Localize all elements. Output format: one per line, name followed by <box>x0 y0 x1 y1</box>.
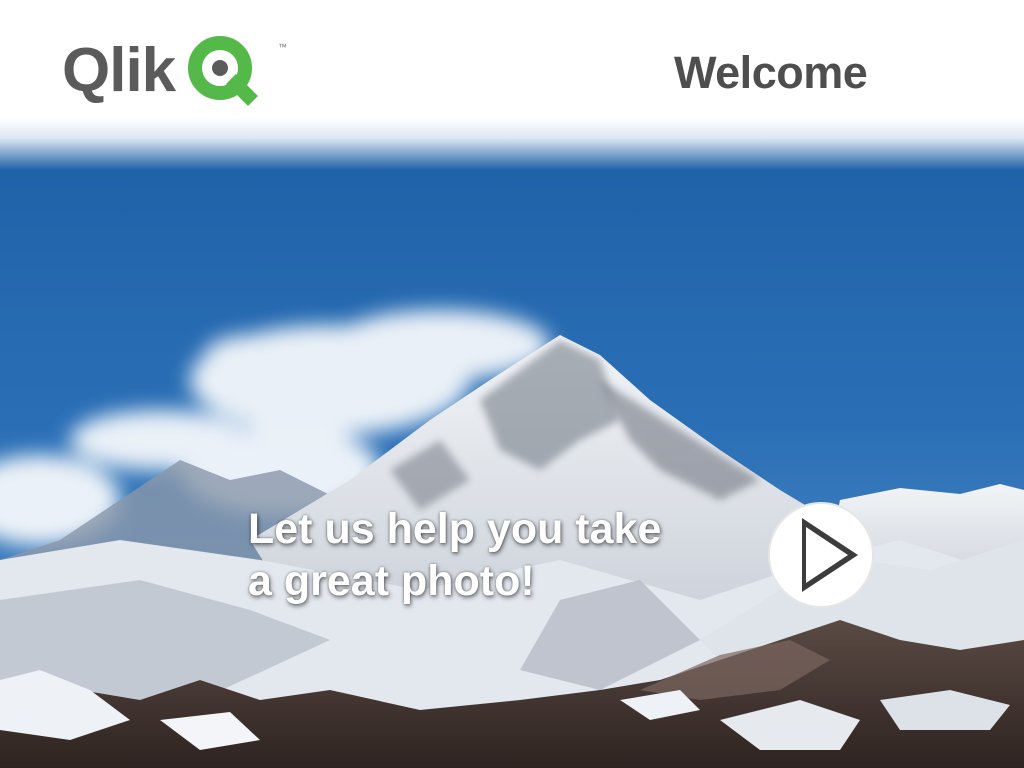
tagline-line-2: a great photo! <box>248 557 535 605</box>
logo-wordmark: Qlik <box>62 36 176 105</box>
tagline: Let us help you take a great photo! <box>248 503 768 607</box>
trademark-symbol: ™ <box>278 42 287 52</box>
play-icon <box>768 502 874 608</box>
qlik-q-icon <box>187 35 259 107</box>
page-title: Welcome <box>674 47 868 98</box>
tagline-line-1: Let us help you take <box>248 505 662 553</box>
play-button[interactable] <box>766 500 876 610</box>
qlik-logo: Qlik <box>62 36 259 106</box>
